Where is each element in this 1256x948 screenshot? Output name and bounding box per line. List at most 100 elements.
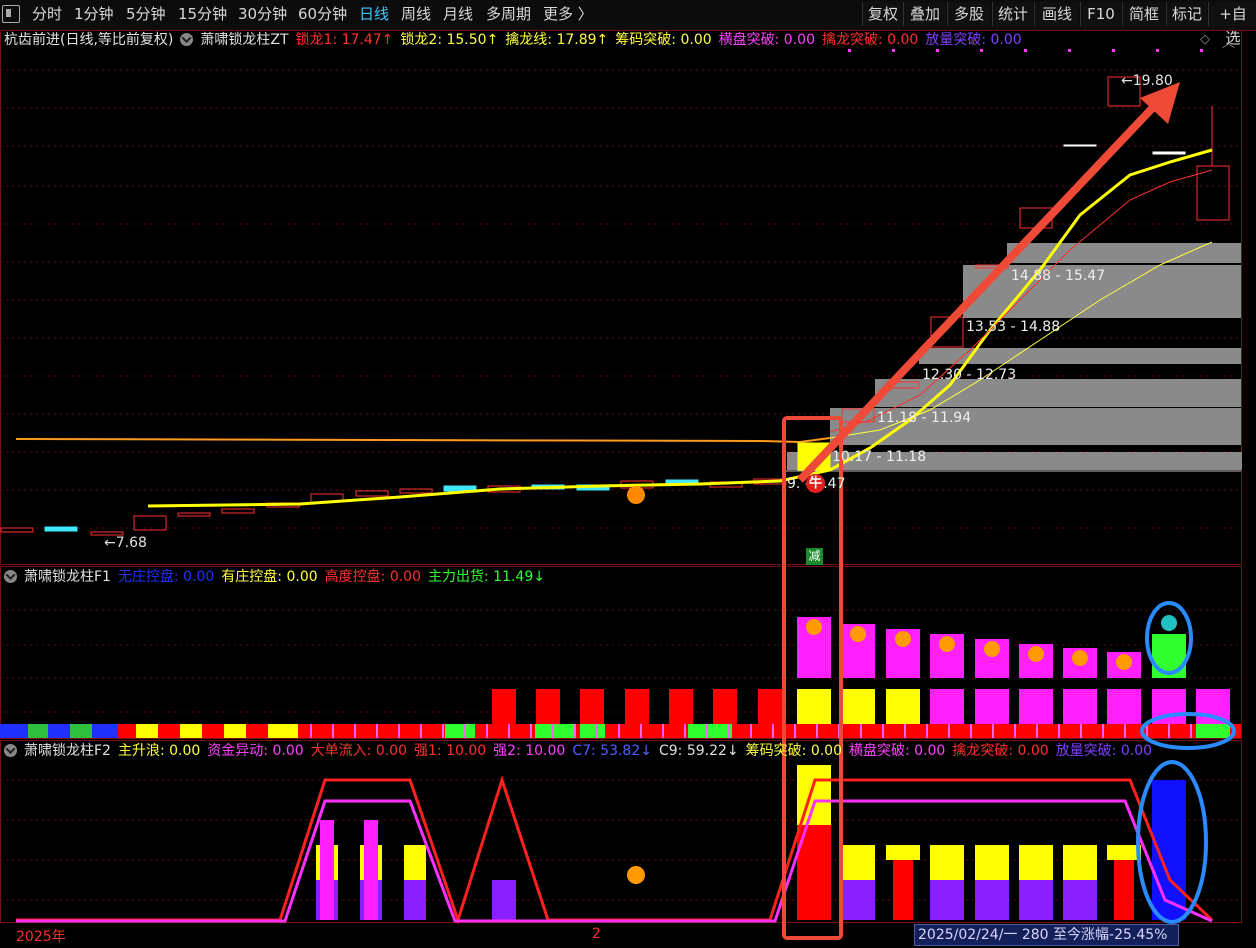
f2-legend: 萧啸锁龙柱F2 主升浪: 0.00 资金异动: 0.00 大单流入: 0.00 强1: … — [4, 742, 1166, 760]
signal-dot — [1068, 49, 1071, 52]
f1-signal-tick — [662, 724, 664, 738]
f1-signal-strip — [1196, 724, 1230, 738]
f1-signal-strip — [445, 724, 475, 738]
candle — [0, 527, 34, 533]
f1-signal-tick — [618, 724, 620, 738]
f1-signal-strip — [202, 724, 224, 738]
signal-dot — [936, 49, 939, 52]
f1-signal-tick — [750, 724, 752, 738]
f1-signal-tick — [948, 724, 950, 738]
f1-signal-tick — [1080, 724, 1082, 738]
up-signal-icon — [806, 619, 822, 635]
up-signal-icon — [1116, 654, 1132, 670]
f1-bar — [886, 689, 920, 724]
f1-signal-tick — [574, 724, 576, 738]
f1-signal-tick — [1124, 724, 1126, 738]
f1-signal-tick — [332, 724, 334, 738]
indicator-value: 强2: 10.00 — [493, 743, 566, 759]
f1-bar — [536, 689, 560, 724]
signal-dot — [1200, 49, 1203, 52]
f1-signal-tick — [904, 724, 906, 738]
f1-signal-strip — [268, 724, 298, 738]
month-axis-label: 2 — [592, 926, 601, 942]
f2-bar — [404, 880, 426, 920]
low-price-label: ←7.68 — [104, 535, 147, 551]
indicator-value: 筹码突破: 0.00 — [745, 743, 842, 759]
indicator-value: 锁龙1: 17.47↑ — [295, 32, 394, 48]
indicator-name: 萧啸锁龙柱ZT — [200, 32, 289, 48]
f1-bar — [975, 689, 1009, 724]
f1-bar — [930, 689, 964, 724]
f1-bar — [841, 689, 875, 724]
f1-signal-tick — [860, 724, 862, 738]
f1-menu-icon[interactable] — [4, 570, 17, 583]
f1-panel-frame — [0, 566, 1242, 739]
f2-bar — [1019, 880, 1053, 920]
signal-dot — [848, 49, 851, 52]
f1-signal-tick — [376, 724, 378, 738]
f1-bar — [669, 689, 693, 724]
candle — [221, 508, 255, 514]
f1-signal-tick — [772, 724, 774, 738]
f1-signal-tick — [970, 724, 972, 738]
ma-line-flat — [759, 437, 831, 444]
candle — [1063, 144, 1097, 147]
stock-title: 杭齿前进(日线,等比前复权) — [4, 32, 174, 48]
f2-bar — [841, 880, 875, 920]
f2-bar — [1114, 860, 1134, 920]
f2-bar — [492, 880, 516, 920]
f1-signal-tick — [508, 724, 510, 738]
f2-bar — [975, 880, 1009, 920]
signal-dot — [1112, 49, 1115, 52]
f2-bar — [930, 845, 964, 880]
chevron-up-icon[interactable]: ︿ — [1222, 32, 1235, 51]
f2-indicator-name: 萧啸锁龙柱F2 — [24, 743, 111, 759]
f2-bar — [320, 820, 334, 920]
indicator-value: 有庄控盘: 0.00 — [221, 569, 318, 585]
indicator-value: 放量突破: 0.00 — [1055, 743, 1153, 759]
indicator-value: 高度控盘: 0.00 — [324, 569, 421, 585]
f1-signal-tick — [464, 724, 466, 738]
f1-signal-strip — [246, 724, 268, 738]
f1-signal-tick — [728, 724, 730, 738]
f1-signal-strip — [28, 724, 48, 738]
indicator-value: C7: 53.82↓ — [572, 743, 652, 759]
candle — [44, 526, 78, 532]
f1-legend: 萧啸锁龙柱F1 无庄控盘: 0.00 有庄控盘: 0.00 高度控盘: 0.00 主力出… — [4, 568, 559, 586]
signal-dot — [1156, 49, 1159, 52]
f1-signal-tick — [1168, 724, 1170, 738]
indicator-value: 主力出货: 11.49↓ — [428, 569, 545, 585]
f1-signal-strip — [136, 724, 158, 738]
signal-dot — [980, 49, 983, 52]
zone-label: 13.53 - 14.88 — [966, 319, 1061, 335]
f1-signal-tick — [684, 724, 686, 738]
f1-bar — [1063, 689, 1097, 724]
f1-signal-strip — [224, 724, 246, 738]
f2-bar — [364, 820, 378, 920]
f2-bar — [930, 880, 964, 920]
f1-signal-strip — [0, 724, 28, 738]
f1-signal-tick — [310, 724, 312, 738]
indicator-value: 横盘突破: 0.00 — [718, 32, 815, 48]
up-signal-icon — [627, 866, 645, 884]
f2-bar — [841, 845, 875, 880]
f2-bar — [975, 845, 1009, 880]
down-signal-icon — [1161, 615, 1177, 631]
indicator-value: 资金异动: 0.00 — [207, 743, 304, 759]
up-signal-icon — [1072, 650, 1088, 666]
f2-menu-icon[interactable] — [4, 744, 17, 757]
zone-label: 14.88 - 15.47 — [1011, 268, 1106, 284]
diamond-icon[interactable]: ◇ — [1200, 32, 1210, 47]
chip-zone — [1007, 243, 1241, 263]
f1-signal-tick — [1102, 724, 1104, 738]
f1-signal-tick — [420, 724, 422, 738]
f2-bar — [893, 860, 913, 920]
candle — [355, 490, 389, 497]
f1-bar — [1107, 689, 1141, 724]
jian-signal-badge: 减 — [806, 548, 823, 565]
f1-signal-strip — [580, 724, 605, 738]
candle — [1152, 151, 1186, 155]
f1-bar — [625, 689, 649, 724]
kline-chart-canvas[interactable] — [0, 0, 1256, 948]
indicator-menu-icon[interactable] — [180, 33, 194, 46]
